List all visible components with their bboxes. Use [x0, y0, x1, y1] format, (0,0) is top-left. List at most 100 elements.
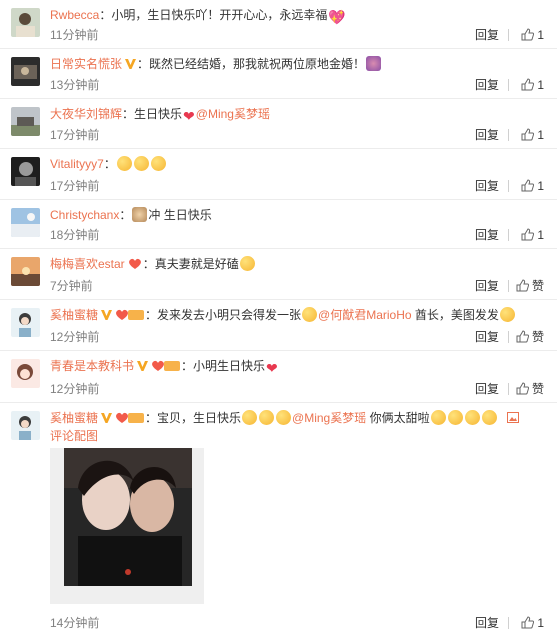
- comment-text-after: 酋长，美图发发: [411, 308, 499, 322]
- comment-item: 青春是本教科书 ：小明生日快乐❤ 12分钟前 回复 赞: [0, 351, 557, 403]
- comment-photo[interactable]: [50, 448, 204, 604]
- comment-item: Rwbecca：小明，生日快乐吖！开开心心，永远幸福💖 11分钟前 回复 1: [0, 0, 557, 49]
- comment-username[interactable]: Christychanx: [50, 208, 119, 222]
- reply-button[interactable]: 回复: [475, 128, 499, 142]
- mention-link[interactable]: @Ming奚梦瑶: [292, 411, 366, 425]
- comment-time: 14分钟前: [50, 616, 100, 630]
- comment-text: ：: [119, 208, 132, 222]
- avatar[interactable]: [11, 157, 40, 186]
- like-button[interactable]: 赞: [516, 382, 544, 396]
- comment-time: 13分钟前: [50, 78, 100, 92]
- comment-time: 12分钟前: [50, 330, 100, 344]
- divider: [508, 331, 509, 343]
- like-button[interactable]: 赞: [516, 330, 544, 344]
- thumbs-up-icon: [516, 330, 530, 343]
- like-button[interactable]: 1: [521, 228, 544, 242]
- like-button[interactable]: 1: [521, 616, 544, 630]
- thumbs-up-icon: [521, 616, 535, 629]
- face-emoji-icon: [133, 156, 149, 171]
- reply-button[interactable]: 回复: [475, 28, 499, 42]
- verified-badge-icon: [136, 359, 149, 377]
- avatar[interactable]: [11, 8, 40, 37]
- reply-button[interactable]: 回复: [475, 78, 499, 92]
- thumbs-up-icon: [521, 179, 535, 192]
- reply-button[interactable]: 回复: [475, 382, 499, 396]
- comment-username[interactable]: 大夜华刘锦辉: [50, 107, 122, 121]
- avatar[interactable]: [11, 308, 40, 337]
- reply-button[interactable]: 回复: [475, 279, 499, 293]
- image-icon: [506, 412, 519, 423]
- like-button[interactable]: 1: [521, 179, 544, 193]
- like-button[interactable]: 赞: [516, 279, 544, 293]
- comment-text: ：宝贝，生日快乐: [145, 411, 242, 425]
- divider: [508, 79, 509, 91]
- comment-username[interactable]: 日常实名慌张: [50, 57, 122, 71]
- dog-emoji-icon: [132, 207, 148, 222]
- avatar[interactable]: [11, 411, 40, 440]
- avatar[interactable]: [11, 57, 40, 86]
- comment-item: Christychanx： 冲 生日快乐 18分钟前 回复 1: [0, 200, 557, 249]
- like-count: 1: [537, 78, 544, 92]
- face-emoji-icon: [481, 410, 497, 425]
- heart-sparkle-icon: 💖: [328, 9, 346, 25]
- verified-badge-icon: [100, 411, 113, 429]
- like-button[interactable]: 1: [521, 128, 544, 142]
- comment-text-after: 冲 生日快乐: [148, 208, 212, 222]
- like-count: 1: [537, 28, 544, 42]
- comment-image-link[interactable]: 评论配图: [50, 427, 98, 445]
- comment-username[interactable]: Vitalityyy7: [50, 157, 104, 171]
- like-count: 赞: [531, 330, 544, 344]
- comment-username[interactable]: Rwbecca: [50, 8, 99, 22]
- comment-time: 7分钟前: [50, 279, 93, 293]
- fan-badge-icon: [115, 308, 145, 326]
- reply-button[interactable]: 回复: [475, 179, 499, 193]
- comment-text: ：小明生日快乐: [181, 359, 266, 373]
- comment-time: 17分钟前: [50, 179, 100, 193]
- like-count: 1: [537, 228, 544, 242]
- mention-link[interactable]: @何猷君MarioHo: [318, 308, 412, 322]
- face-emoji-icon: [259, 410, 275, 425]
- comment-text-after: 你俩太甜啦: [366, 411, 430, 425]
- reply-button[interactable]: 回复: [475, 228, 499, 242]
- comment-item: 日常实名慌张 ：既然已经结婚，那我就祝两位原地金婚！ 13分钟前 回复 1: [0, 49, 557, 99]
- thumbs-up-icon: [516, 382, 530, 395]
- face-emoji-icon: [239, 256, 255, 271]
- comment-item: 奚柚蜜糖 ：发来发去小明只会得发一张 @何猷君MarioHo 酋长，美图发发 12分…: [0, 300, 557, 351]
- reply-button[interactable]: 回复: [475, 616, 499, 630]
- comment-text: ：生日快乐: [122, 107, 183, 121]
- face-emoji-icon: [150, 156, 166, 171]
- comment-text: ：小明，生日快乐吖！开开心心，永远幸福: [99, 8, 328, 22]
- comment-text: ：既然已经结婚，那我就祝两位原地金婚！: [137, 57, 366, 71]
- avatar[interactable]: [11, 257, 40, 286]
- comment-username[interactable]: 奚柚蜜糖: [50, 411, 98, 425]
- divider: [508, 129, 509, 141]
- avatar[interactable]: [11, 359, 40, 388]
- face-emoji-icon: [276, 410, 292, 425]
- thumbs-up-icon: [521, 128, 535, 141]
- comment-item: 梅梅喜欢estar ：真夫妻就是好磕 7分钟前 回复 赞: [0, 249, 557, 300]
- face-emoji-icon: [302, 307, 318, 322]
- comment-text: ：发来发去小明只会得发一张: [145, 308, 302, 322]
- face-emoji-icon: [116, 156, 132, 171]
- like-count: 1: [537, 616, 544, 630]
- comment-username[interactable]: 梅梅喜欢estar: [50, 257, 125, 271]
- like-button[interactable]: 1: [521, 78, 544, 92]
- heart-icon: ❤: [266, 360, 278, 376]
- comment-item: 大夜华刘锦辉：生日快乐❤@Ming奚梦瑶 17分钟前 回复 1: [0, 99, 557, 149]
- comment-time: 18分钟前: [50, 228, 100, 242]
- mention-link[interactable]: @Ming奚梦瑶: [196, 107, 270, 121]
- fan-badge-icon: [127, 257, 143, 275]
- fan-badge-icon: [115, 411, 145, 429]
- comment-username[interactable]: 青春是本教科书: [50, 359, 134, 373]
- divider: [508, 229, 509, 241]
- thumbs-up-icon: [521, 28, 535, 41]
- like-button[interactable]: 1: [521, 28, 544, 42]
- like-count: 赞: [531, 279, 544, 293]
- comment-time: 11分钟前: [50, 28, 99, 42]
- reply-button[interactable]: 回复: [475, 330, 499, 344]
- avatar[interactable]: [11, 107, 40, 136]
- avatar[interactable]: [11, 208, 40, 237]
- comment-username[interactable]: 奚柚蜜糖: [50, 308, 98, 322]
- face-emoji-icon: [430, 410, 446, 425]
- couple-photo-image: [64, 448, 192, 586]
